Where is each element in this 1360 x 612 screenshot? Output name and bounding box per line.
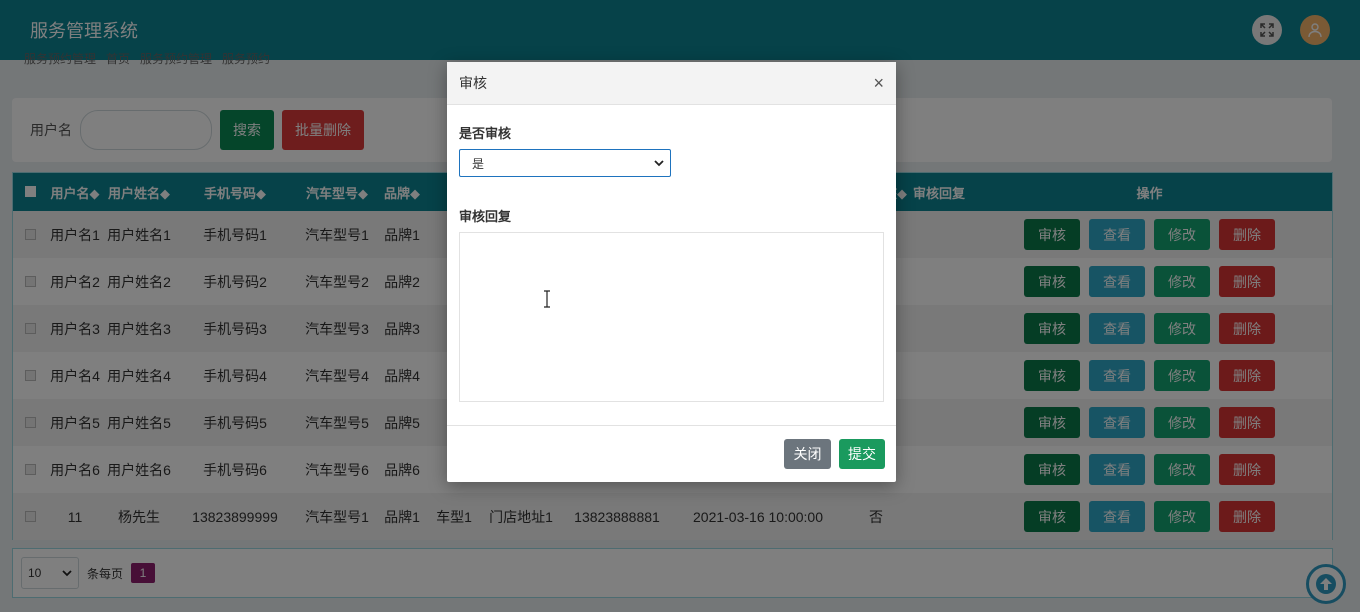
close-icon[interactable]: × bbox=[873, 74, 884, 92]
modal-body: 是否审核 是 审核回复 bbox=[447, 105, 896, 402]
modal-title: 审核 bbox=[459, 75, 487, 91]
audit-modal: 审核 × 是否审核 是 审核回复 关闭 提交 bbox=[447, 62, 896, 482]
submit-button[interactable]: 提交 bbox=[839, 439, 885, 469]
audit-reply-label: 审核回复 bbox=[459, 209, 512, 224]
audit-reply-textarea[interactable] bbox=[459, 232, 884, 402]
audit-status-label: 是否审核 bbox=[459, 126, 512, 141]
audit-status-select[interactable]: 是 bbox=[459, 149, 671, 177]
chevron-down-icon bbox=[654, 160, 664, 167]
text-cursor-icon bbox=[544, 290, 550, 308]
audit-status-value: 是 bbox=[472, 156, 485, 171]
modal-header: 审核 × bbox=[447, 62, 896, 105]
modal-footer: 关闭 提交 bbox=[447, 425, 896, 482]
close-button[interactable]: 关闭 bbox=[784, 439, 831, 469]
